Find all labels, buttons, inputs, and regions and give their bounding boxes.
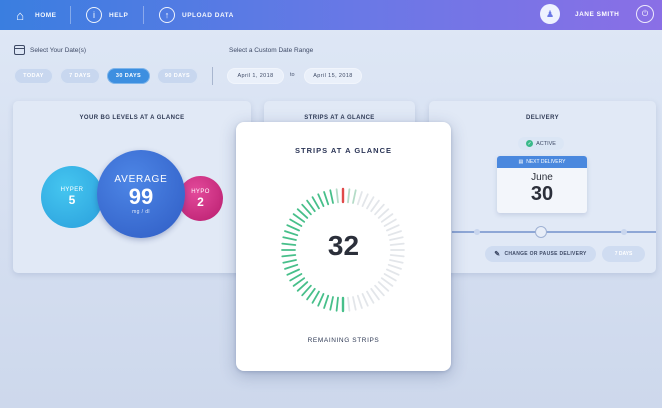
gauge-tick bbox=[383, 218, 397, 227]
home-icon: ⌂ bbox=[16, 7, 24, 23]
check-icon: ✓ bbox=[526, 140, 534, 147]
nav-divider bbox=[70, 6, 71, 24]
to-label: to bbox=[290, 72, 295, 78]
gauge-tick bbox=[317, 292, 325, 307]
logout-icon[interactable]: ⏻ bbox=[636, 5, 654, 23]
next-delivery-month: June bbox=[531, 172, 553, 183]
gauge-tick bbox=[380, 213, 394, 223]
gauge-tick bbox=[380, 277, 394, 287]
average-value: 99 bbox=[128, 183, 154, 209]
hyper-value: 5 bbox=[68, 193, 76, 207]
calendar-icon bbox=[14, 45, 25, 55]
timeline-dot[interactable] bbox=[621, 229, 627, 235]
gauge-tick bbox=[292, 213, 306, 223]
nav-home[interactable]: ⌂ HOME bbox=[12, 0, 57, 30]
gauge-tick bbox=[374, 284, 385, 297]
bg-card-title: YOUR BG LEVELS AT A GLANCE bbox=[79, 115, 185, 121]
change-delivery-button[interactable]: ✎ CHANGE OR PAUSE DELIVERY bbox=[485, 246, 596, 262]
upload-icon: ↑ bbox=[159, 7, 175, 23]
calendar-small-icon: ▤ bbox=[518, 159, 524, 165]
gauge-tick bbox=[370, 287, 380, 301]
next-delivery-header: ▤ NEXT DELIVERY bbox=[497, 156, 587, 168]
gauge-tick bbox=[366, 196, 375, 210]
date-select-label: Select Your Date(s) bbox=[30, 47, 87, 54]
gauge-tick bbox=[361, 292, 369, 307]
gauge-tick bbox=[317, 193, 325, 207]
change-delivery-label: CHANGE OR PAUSE DELIVERY bbox=[504, 251, 587, 257]
to-date-field[interactable]: April 15, 2018 bbox=[304, 68, 362, 84]
timeline-dot[interactable] bbox=[474, 229, 480, 235]
help-icon: i bbox=[86, 7, 102, 23]
from-date-field[interactable]: April 1, 2018 bbox=[227, 68, 284, 84]
gauge-tick bbox=[352, 296, 357, 311]
average-unit: mg / dl bbox=[132, 208, 150, 215]
gauge-tick bbox=[374, 203, 385, 216]
gauge-tick bbox=[347, 188, 351, 204]
nav-help[interactable]: i HELP bbox=[86, 0, 128, 30]
timeline-handle[interactable] bbox=[535, 226, 547, 238]
hyper-bubble[interactable]: HYPER 5 bbox=[41, 166, 103, 228]
gauge-tick bbox=[370, 199, 380, 213]
strips-subtitle: REMAINING STRIPS bbox=[307, 337, 380, 344]
pill-90-days[interactable]: 90 DAYS bbox=[157, 68, 198, 84]
user-icon[interactable]: ♟ bbox=[540, 4, 560, 24]
nav-upload[interactable]: ↑ UPLOAD DATA bbox=[159, 0, 234, 30]
gauge-tick bbox=[329, 296, 334, 311]
gauge-tick bbox=[377, 281, 390, 292]
gauge-tick bbox=[356, 294, 363, 309]
gauge-tick bbox=[361, 193, 369, 207]
gauge-tick bbox=[286, 268, 300, 276]
gauge-tick bbox=[335, 296, 339, 312]
gauge-tick bbox=[347, 296, 351, 312]
gauge-tick bbox=[323, 294, 330, 309]
strips-count: 32 bbox=[327, 230, 360, 261]
filter-divider bbox=[212, 67, 213, 85]
gauge-tick bbox=[306, 199, 316, 213]
nav-divider bbox=[143, 6, 144, 24]
gauge-tick bbox=[377, 208, 390, 219]
pill-today[interactable]: TODAY bbox=[14, 68, 53, 84]
date-range-label: Select a Custom Date Range bbox=[229, 47, 314, 54]
gauge-tick bbox=[296, 281, 309, 292]
average-bubble[interactable]: AVERAGE 99 mg / dl bbox=[97, 150, 185, 238]
gauge-tick bbox=[289, 218, 303, 227]
gauge-tick bbox=[284, 263, 299, 270]
gauge-tick bbox=[311, 196, 320, 210]
next-delivery-label: NEXT DELIVERY bbox=[526, 159, 566, 165]
gauge-tick bbox=[329, 189, 334, 204]
nav-help-label: HELP bbox=[109, 11, 129, 19]
top-nav: ⌂ HOME i HELP ↑ UPLOAD DATA ♟ JANE SMITH… bbox=[0, 0, 662, 30]
gauge-tick bbox=[292, 277, 306, 287]
pencil-icon: ✎ bbox=[494, 251, 501, 258]
average-label: AVERAGE bbox=[114, 173, 168, 185]
delivery-title: DELIVERY bbox=[526, 115, 559, 121]
gauge-tick bbox=[296, 208, 309, 219]
nav-home-label: HOME bbox=[35, 11, 57, 19]
gauge-tick bbox=[335, 188, 339, 204]
gauge-tick bbox=[366, 290, 375, 304]
next-delivery-box: ▤ NEXT DELIVERY June 30 bbox=[497, 156, 587, 213]
gauge-tick bbox=[306, 287, 316, 301]
user-name[interactable]: JANE SMITH bbox=[575, 11, 619, 18]
gauge-tick bbox=[323, 191, 330, 206]
gauge-tick bbox=[311, 290, 320, 304]
strips-card: STRIPS AT A GLANCE 32 REMAINING STRIPS bbox=[236, 122, 451, 371]
gauge-tick bbox=[352, 189, 357, 204]
gauge-tick bbox=[301, 284, 312, 297]
gauge-tick bbox=[289, 273, 303, 282]
gauge-tick bbox=[387, 263, 402, 270]
gauge-tick bbox=[385, 268, 400, 276]
strips-bg-title: STRIPS AT A GLANCE bbox=[304, 115, 375, 121]
nav-upload-label: UPLOAD DATA bbox=[182, 11, 234, 19]
status-text: ACTIVE bbox=[536, 140, 556, 147]
pill-30-days[interactable]: 30 DAYS bbox=[107, 68, 150, 84]
days-button[interactable]: 7 DAYS bbox=[602, 246, 645, 262]
pill-7-days[interactable]: 7 DAYS bbox=[60, 68, 100, 84]
hypo-value: 2 bbox=[197, 194, 204, 209]
gauge-tick bbox=[356, 191, 363, 206]
gauge-tick bbox=[383, 273, 397, 282]
next-delivery-day: 30 bbox=[530, 183, 554, 205]
status-badge: ✓ ACTIVE bbox=[518, 137, 564, 150]
gauge-tick bbox=[301, 203, 312, 216]
